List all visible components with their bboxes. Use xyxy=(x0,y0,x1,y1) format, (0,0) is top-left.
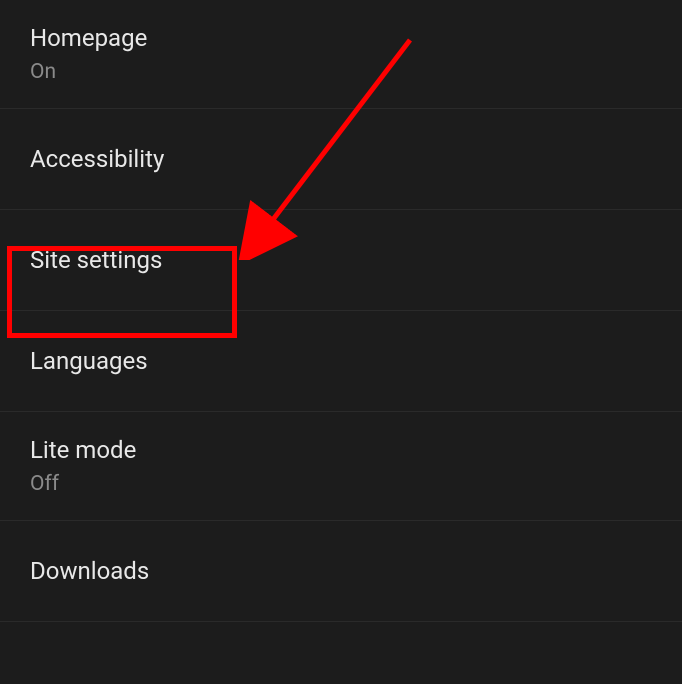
settings-list: Homepage On Accessibility Site settings … xyxy=(0,0,682,622)
setting-status: On xyxy=(30,60,652,84)
settings-item-downloads[interactable]: Downloads xyxy=(0,521,682,622)
setting-title: Lite mode xyxy=(30,436,652,464)
setting-status: Off xyxy=(30,472,652,496)
settings-item-accessibility[interactable]: Accessibility xyxy=(0,109,682,210)
settings-item-languages[interactable]: Languages xyxy=(0,311,682,412)
setting-title: Downloads xyxy=(30,557,652,585)
settings-item-lite-mode[interactable]: Lite mode Off xyxy=(0,412,682,521)
setting-title: Site settings xyxy=(30,246,652,274)
settings-item-site-settings[interactable]: Site settings xyxy=(0,210,682,311)
setting-title: Accessibility xyxy=(30,145,652,173)
setting-title: Homepage xyxy=(30,24,652,52)
setting-title: Languages xyxy=(30,347,652,375)
settings-item-homepage[interactable]: Homepage On xyxy=(0,0,682,109)
